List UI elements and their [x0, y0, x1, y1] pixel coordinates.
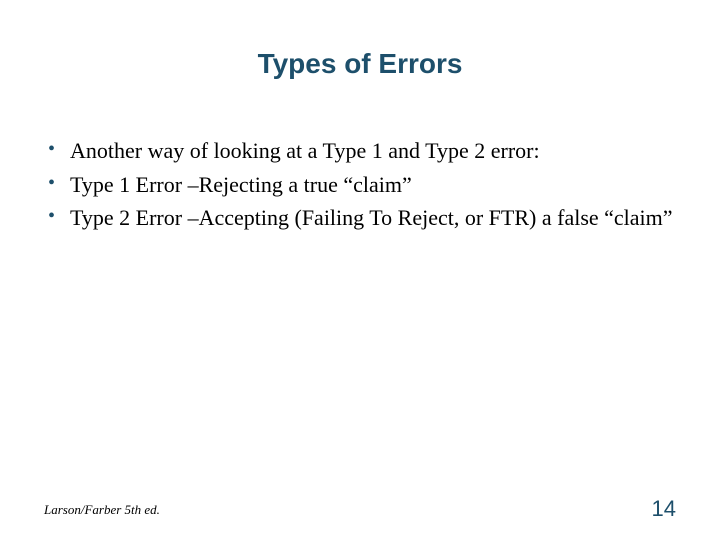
bullet-list: Another way of looking at a Type 1 and T…	[44, 136, 676, 233]
slide-title: Types of Errors	[44, 48, 676, 80]
list-item: Type 2 Error –Accepting (Failing To Reje…	[44, 203, 676, 233]
footer-source: Larson/Farber 5th ed.	[44, 502, 160, 518]
page-number: 14	[652, 496, 676, 522]
slide: Types of Errors Another way of looking a…	[0, 0, 720, 540]
list-item: Type 1 Error –Rejecting a true “claim”	[44, 170, 676, 200]
list-item: Another way of looking at a Type 1 and T…	[44, 136, 676, 166]
